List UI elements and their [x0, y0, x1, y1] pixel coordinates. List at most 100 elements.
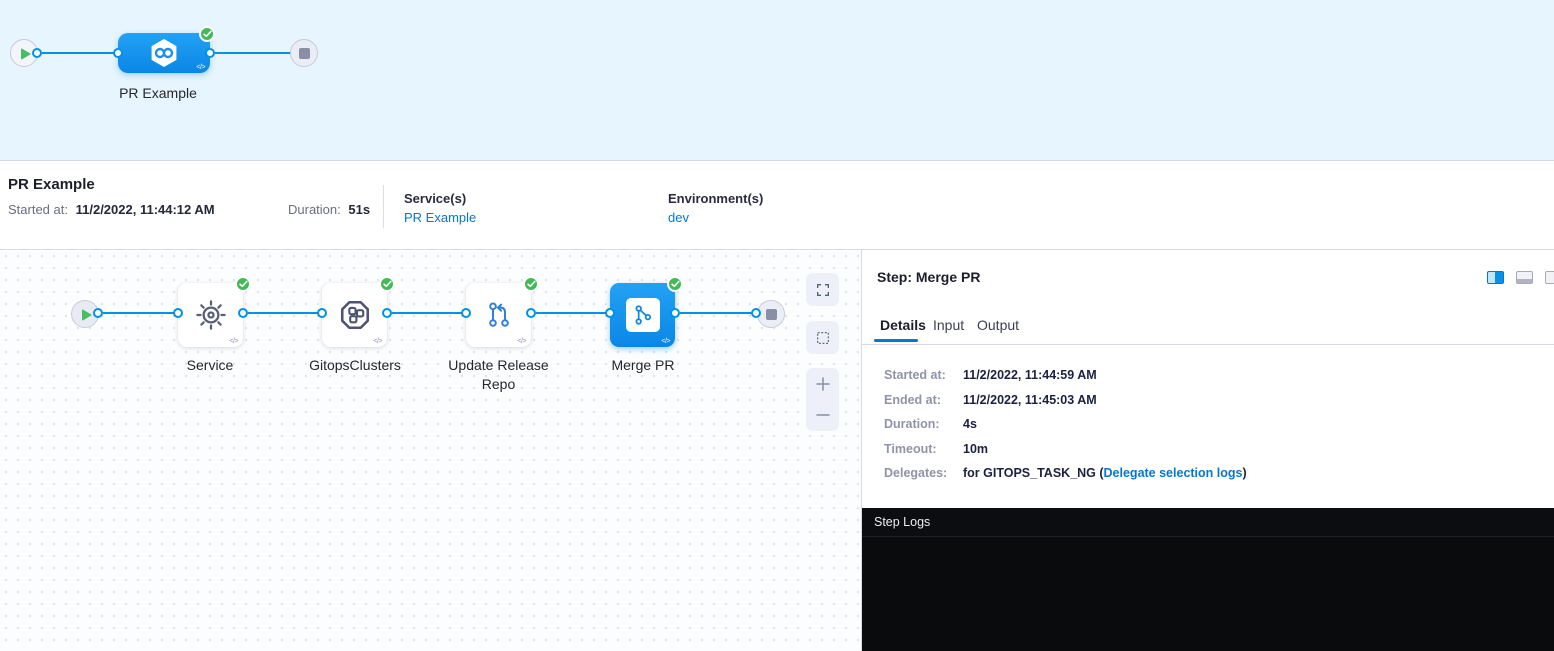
- log-line: 4 INFO 11/2/2022 11:45:02 AM Done.: [862, 618, 1554, 638]
- layout-split-vertical-icon[interactable]: [1487, 271, 1504, 284]
- success-check-icon: [199, 26, 215, 42]
- detail-value: 11/2/2022, 11:44:59 AM: [963, 368, 1097, 393]
- connector-port: [526, 308, 536, 318]
- connector-port: [670, 308, 680, 318]
- step-node-service[interactable]: </>: [178, 283, 243, 347]
- clusters-octagon-icon: [338, 298, 372, 332]
- step-node-merge-pr[interactable]: </>: [610, 283, 675, 347]
- stage-label: PR Example: [86, 84, 230, 103]
- stage-canvas[interactable]: </> Service </> GitopsClusters: [0, 250, 862, 651]
- success-check-icon: [523, 276, 539, 292]
- stop-icon: [299, 48, 310, 59]
- detail-label: Delegates:: [884, 466, 963, 491]
- step-logs-body[interactable]: 1 INFO 11/2/2022 11:45:02 AM PR Link: ht…: [862, 537, 1554, 651]
- code-mark: </>: [517, 338, 526, 345]
- detail-value-suffix: ): [1242, 466, 1246, 491]
- step-node-gitopsclusters[interactable]: </>: [322, 283, 387, 347]
- detail-label: Started at:: [884, 368, 963, 393]
- divider: [383, 185, 384, 228]
- zoom-in-button[interactable]: [814, 375, 832, 393]
- step-panel-title: Step: Merge PR: [877, 269, 980, 285]
- detail-value: for GITOPS_TASK_NG (: [963, 466, 1104, 491]
- tab-input[interactable]: Input: [933, 317, 964, 333]
- success-check-icon: [235, 276, 251, 292]
- zoom-controls: [806, 368, 839, 431]
- started-at-value: 11/2/2022, 11:44:12 AM: [76, 202, 215, 217]
- pipeline-end-node[interactable]: [290, 39, 318, 67]
- edge-line: [392, 312, 472, 314]
- connector-port: [751, 308, 761, 318]
- started-at-line: Started at: 11/2/2022, 11:44:12 AM: [8, 202, 215, 217]
- connector-port: [32, 48, 42, 58]
- code-mark: </>: [196, 64, 205, 71]
- step-logs-header: Step Logs Console View: [862, 508, 1554, 537]
- step-label: Merge PR: [571, 356, 715, 375]
- layout-split-right-icon[interactable]: [1545, 271, 1554, 284]
- connector-port: [605, 308, 615, 318]
- detail-row-timeout: Timeout: 10m: [884, 442, 988, 467]
- active-tab-underline: [874, 339, 918, 342]
- zoom-out-button[interactable]: [814, 406, 832, 424]
- detail-row-delegates: Delegates: for GITOPS_TASK_NG ( Delegate…: [884, 466, 1247, 491]
- fullscreen-button[interactable]: [806, 273, 839, 306]
- connector-port: [382, 308, 392, 318]
- gitops-hexagon-icon: [148, 36, 180, 70]
- environment-link[interactable]: dev: [668, 210, 689, 225]
- layout-split-horizontal-icon[interactable]: [1516, 271, 1533, 284]
- code-mark: </>: [229, 338, 238, 345]
- detail-row-ended: Ended at: 11/2/2022, 11:45:03 AM: [884, 393, 1097, 418]
- marquee-select-button[interactable]: [806, 321, 839, 354]
- code-mark: </>: [373, 338, 382, 345]
- log-line: 3 INFO 11/2/2022 11:45:02 AM Commit Sha …: [862, 598, 1554, 618]
- gear-icon: [194, 298, 228, 332]
- fullscreen-icon: [815, 282, 831, 298]
- step-node-update-release-repo[interactable]: </>: [466, 283, 531, 347]
- connector-port: [205, 48, 215, 58]
- delegate-selection-logs-link[interactable]: Delegate selection logs: [1104, 466, 1243, 491]
- stage-node-pr-example[interactable]: </>: [118, 33, 210, 73]
- connector-port: [93, 308, 103, 318]
- duration-label: Duration:: [288, 202, 341, 217]
- connector-port: [173, 308, 183, 318]
- connector-port: [461, 308, 471, 318]
- log-line: 1 INFO 11/2/2022 11:45:02 AM PR Link: ht…: [862, 558, 1554, 578]
- connector-port: [113, 48, 123, 58]
- execution-title: PR Example: [8, 176, 95, 193]
- code-mark: </>: [661, 338, 670, 345]
- stop-icon: [766, 309, 777, 320]
- services-label: Service(s): [404, 191, 466, 206]
- play-icon: [21, 48, 31, 60]
- detail-value: 10m: [963, 442, 988, 467]
- edge-line: [536, 312, 616, 314]
- execution-header: PR Example Started at: 11/2/2022, 11:44:…: [0, 161, 1554, 250]
- duration-value: 51s: [348, 202, 370, 217]
- success-check-icon: [667, 276, 683, 292]
- tab-details[interactable]: Details: [880, 317, 926, 333]
- detail-row-started: Started at: 11/2/2022, 11:44:59 AM: [884, 368, 1097, 393]
- canvas-end-node[interactable]: [757, 300, 785, 328]
- detail-value: 4s: [963, 417, 977, 442]
- divider: [862, 344, 1554, 345]
- pipeline-banner: </> PR Example: [0, 0, 1554, 161]
- edge-line: [680, 312, 755, 314]
- success-check-icon: [379, 276, 395, 292]
- git-branch-icon: [630, 302, 656, 328]
- merge-pr-icon-frame: [626, 298, 660, 332]
- edge-line: [103, 312, 183, 314]
- service-link[interactable]: PR Example: [404, 210, 476, 225]
- play-icon: [82, 309, 92, 321]
- marquee-icon: [815, 330, 831, 346]
- detail-row-duration: Duration: 4s: [884, 417, 977, 442]
- step-label: Service: [138, 356, 282, 375]
- detail-label: Duration:: [884, 417, 963, 442]
- environments-label: Environment(s): [668, 191, 763, 206]
- detail-label: Timeout:: [884, 442, 963, 467]
- started-at-label: Started at:: [8, 202, 68, 217]
- connector-port: [238, 308, 248, 318]
- step-label: GitopsClusters: [283, 356, 427, 375]
- edge-line: [42, 52, 122, 54]
- edge-line: [248, 312, 328, 314]
- duration-line: Duration: 51s: [288, 202, 370, 217]
- tab-output[interactable]: Output: [977, 317, 1019, 333]
- pull-request-icon: [483, 299, 515, 331]
